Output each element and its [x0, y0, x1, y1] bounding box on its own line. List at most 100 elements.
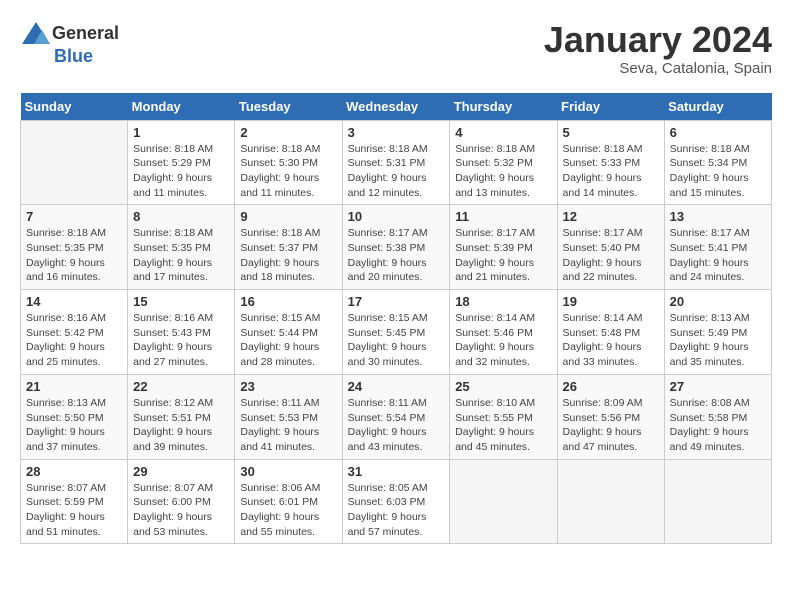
month-title: January 2024 — [544, 20, 772, 60]
day-number: 29 — [133, 464, 229, 479]
day-info: Sunrise: 8:18 AM Sunset: 5:32 PM Dayligh… — [455, 142, 551, 201]
day-info: Sunrise: 8:14 AM Sunset: 5:48 PM Dayligh… — [563, 311, 659, 370]
calendar-cell — [664, 459, 771, 544]
calendar-cell: 16 Sunrise: 8:15 AM Sunset: 5:44 PM Dayli… — [235, 290, 342, 375]
day-number: 26 — [563, 379, 659, 394]
day-info: Sunrise: 8:18 AM Sunset: 5:29 PM Dayligh… — [133, 142, 229, 201]
day-info: Sunrise: 8:07 AM Sunset: 5:59 PM Dayligh… — [26, 481, 122, 540]
day-number: 11 — [455, 209, 551, 224]
calendar-cell: 6 Sunrise: 8:18 AM Sunset: 5:34 PM Daylig… — [664, 120, 771, 205]
day-header-thursday: Thursday — [450, 93, 557, 121]
day-number: 25 — [455, 379, 551, 394]
calendar-cell: 15Sunrise: 8:16 AM Sunset: 5:43 PM Dayli… — [128, 290, 235, 375]
calendar-cell: 20Sunrise: 8:13 AM Sunset: 5:49 PM Dayli… — [664, 290, 771, 375]
day-number: 6 — [670, 125, 766, 140]
day-info: Sunrise: 8:18 AM Sunset: 5:30 PM Dayligh… — [240, 142, 336, 201]
day-info: Sunrise: 8:16 AM Sunset: 5:42 PM Dayligh… — [26, 311, 122, 370]
day-info: Sunrise: 8:13 AM Sunset: 5:50 PM Dayligh… — [26, 396, 122, 455]
calendar-cell: 17Sunrise: 8:15 AM Sunset: 5:45 PM Dayli… — [342, 290, 450, 375]
day-info: Sunrise: 8:18 AM Sunset: 5:34 PM Dayligh… — [670, 142, 766, 201]
day-number: 24 — [348, 379, 445, 394]
day-number: 4 — [455, 125, 551, 140]
calendar-cell: 11Sunrise: 8:17 AM Sunset: 5:39 PM Dayli… — [450, 205, 557, 290]
day-number: 23 — [240, 379, 336, 394]
calendar-cell: 31 Sunrise: 8:05 AM Sunset: 6:03 PM Dayli… — [342, 459, 450, 544]
day-number: 2 — [240, 125, 336, 140]
calendar-cell: 1 Sunrise: 8:18 AM Sunset: 5:29 PM Daylig… — [128, 120, 235, 205]
day-info: Sunrise: 8:18 AM Sunset: 5:31 PM Dayligh… — [348, 142, 445, 201]
page-header: General Blue January 2024 Seva, Cataloni… — [20, 20, 772, 77]
calendar-cell: 22 Sunrise: 8:12 AM Sunset: 5:51 PM Dayli… — [128, 374, 235, 459]
day-number: 13 — [670, 209, 766, 224]
day-info: Sunrise: 8:10 AM Sunset: 5:55 PM Dayligh… — [455, 396, 551, 455]
day-info: Sunrise: 8:18 AM Sunset: 5:35 PM Dayligh… — [133, 226, 229, 285]
calendar-cell: 21 Sunrise: 8:13 AM Sunset: 5:50 PM Dayli… — [21, 374, 128, 459]
day-number: 15 — [133, 294, 229, 309]
day-header-sunday: Sunday — [21, 93, 128, 121]
day-number: 30 — [240, 464, 336, 479]
day-info: Sunrise: 8:05 AM Sunset: 6:03 PM Dayligh… — [348, 481, 445, 540]
day-number: 9 — [240, 209, 336, 224]
day-number: 8 — [133, 209, 229, 224]
calendar-cell: 24 Sunrise: 8:11 AM Sunset: 5:54 PM Dayli… — [342, 374, 450, 459]
calendar-cell: 18Sunrise: 8:14 AM Sunset: 5:46 PM Dayli… — [450, 290, 557, 375]
logo-icon — [20, 20, 52, 46]
day-info: Sunrise: 8:06 AM Sunset: 6:01 PM Dayligh… — [240, 481, 336, 540]
day-info: Sunrise: 8:18 AM Sunset: 5:37 PM Dayligh… — [240, 226, 336, 285]
day-number: 10 — [348, 209, 445, 224]
calendar-cell: 12Sunrise: 8:17 AM Sunset: 5:40 PM Dayli… — [557, 205, 664, 290]
calendar-cell: 19Sunrise: 8:14 AM Sunset: 5:48 PM Dayli… — [557, 290, 664, 375]
calendar-cell — [557, 459, 664, 544]
day-number: 14 — [26, 294, 122, 309]
week-row-2: 7Sunrise: 8:18 AM Sunset: 5:35 PM Daylig… — [21, 205, 772, 290]
calendar-cell: 14 Sunrise: 8:16 AM Sunset: 5:42 PM Dayli… — [21, 290, 128, 375]
calendar-cell: 25 Sunrise: 8:10 AM Sunset: 5:55 PM Dayli… — [450, 374, 557, 459]
logo: General Blue — [20, 20, 119, 67]
calendar-cell: 5Sunrise: 8:18 AM Sunset: 5:33 PM Daylig… — [557, 120, 664, 205]
calendar-cell: 23 Sunrise: 8:11 AM Sunset: 5:53 PM Dayli… — [235, 374, 342, 459]
calendar-cell: 3 Sunrise: 8:18 AM Sunset: 5:31 PM Daylig… — [342, 120, 450, 205]
day-info: Sunrise: 8:18 AM Sunset: 5:35 PM Dayligh… — [26, 226, 122, 285]
day-info: Sunrise: 8:14 AM Sunset: 5:46 PM Dayligh… — [455, 311, 551, 370]
day-number: 22 — [133, 379, 229, 394]
calendar-cell: 28 Sunrise: 8:07 AM Sunset: 5:59 PM Dayli… — [21, 459, 128, 544]
logo-general: General — [52, 23, 119, 44]
location-subtitle: Seva, Catalonia, Spain — [544, 60, 772, 77]
day-number: 28 — [26, 464, 122, 479]
calendar-table: SundayMondayTuesdayWednesdayThursdayFrid… — [20, 93, 772, 545]
day-info: Sunrise: 8:12 AM Sunset: 5:51 PM Dayligh… — [133, 396, 229, 455]
calendar-cell: 26Sunrise: 8:09 AM Sunset: 5:56 PM Dayli… — [557, 374, 664, 459]
day-info: Sunrise: 8:11 AM Sunset: 5:54 PM Dayligh… — [348, 396, 445, 455]
day-number: 31 — [348, 464, 445, 479]
calendar-cell — [21, 120, 128, 205]
calendar-cell: 9 Sunrise: 8:18 AM Sunset: 5:37 PM Daylig… — [235, 205, 342, 290]
calendar-cell: 29 Sunrise: 8:07 AM Sunset: 6:00 PM Dayli… — [128, 459, 235, 544]
calendar-cell: 2 Sunrise: 8:18 AM Sunset: 5:30 PM Daylig… — [235, 120, 342, 205]
day-number: 16 — [240, 294, 336, 309]
day-info: Sunrise: 8:07 AM Sunset: 6:00 PM Dayligh… — [133, 481, 229, 540]
day-header-saturday: Saturday — [664, 93, 771, 121]
calendar-cell: 13Sunrise: 8:17 AM Sunset: 5:41 PM Dayli… — [664, 205, 771, 290]
day-header-wednesday: Wednesday — [342, 93, 450, 121]
day-number: 17 — [348, 294, 445, 309]
day-number: 5 — [563, 125, 659, 140]
title-area: January 2024 Seva, Catalonia, Spain — [544, 20, 772, 77]
day-info: Sunrise: 8:15 AM Sunset: 5:44 PM Dayligh… — [240, 311, 336, 370]
day-number: 21 — [26, 379, 122, 394]
week-row-4: 21 Sunrise: 8:13 AM Sunset: 5:50 PM Dayli… — [21, 374, 772, 459]
calendar-cell — [450, 459, 557, 544]
day-number: 3 — [348, 125, 445, 140]
day-info: Sunrise: 8:08 AM Sunset: 5:58 PM Dayligh… — [670, 396, 766, 455]
day-info: Sunrise: 8:17 AM Sunset: 5:40 PM Dayligh… — [563, 226, 659, 285]
calendar-cell: 8 Sunrise: 8:18 AM Sunset: 5:35 PM Daylig… — [128, 205, 235, 290]
day-header-tuesday: Tuesday — [235, 93, 342, 121]
calendar-cell: 7Sunrise: 8:18 AM Sunset: 5:35 PM Daylig… — [21, 205, 128, 290]
calendar-cell: 4 Sunrise: 8:18 AM Sunset: 5:32 PM Daylig… — [450, 120, 557, 205]
logo-blue: Blue — [54, 46, 93, 66]
day-number: 1 — [133, 125, 229, 140]
week-row-5: 28 Sunrise: 8:07 AM Sunset: 5:59 PM Dayli… — [21, 459, 772, 544]
day-number: 27 — [670, 379, 766, 394]
day-info: Sunrise: 8:17 AM Sunset: 5:38 PM Dayligh… — [348, 226, 445, 285]
calendar-cell: 10 Sunrise: 8:17 AM Sunset: 5:38 PM Dayli… — [342, 205, 450, 290]
day-info: Sunrise: 8:11 AM Sunset: 5:53 PM Dayligh… — [240, 396, 336, 455]
